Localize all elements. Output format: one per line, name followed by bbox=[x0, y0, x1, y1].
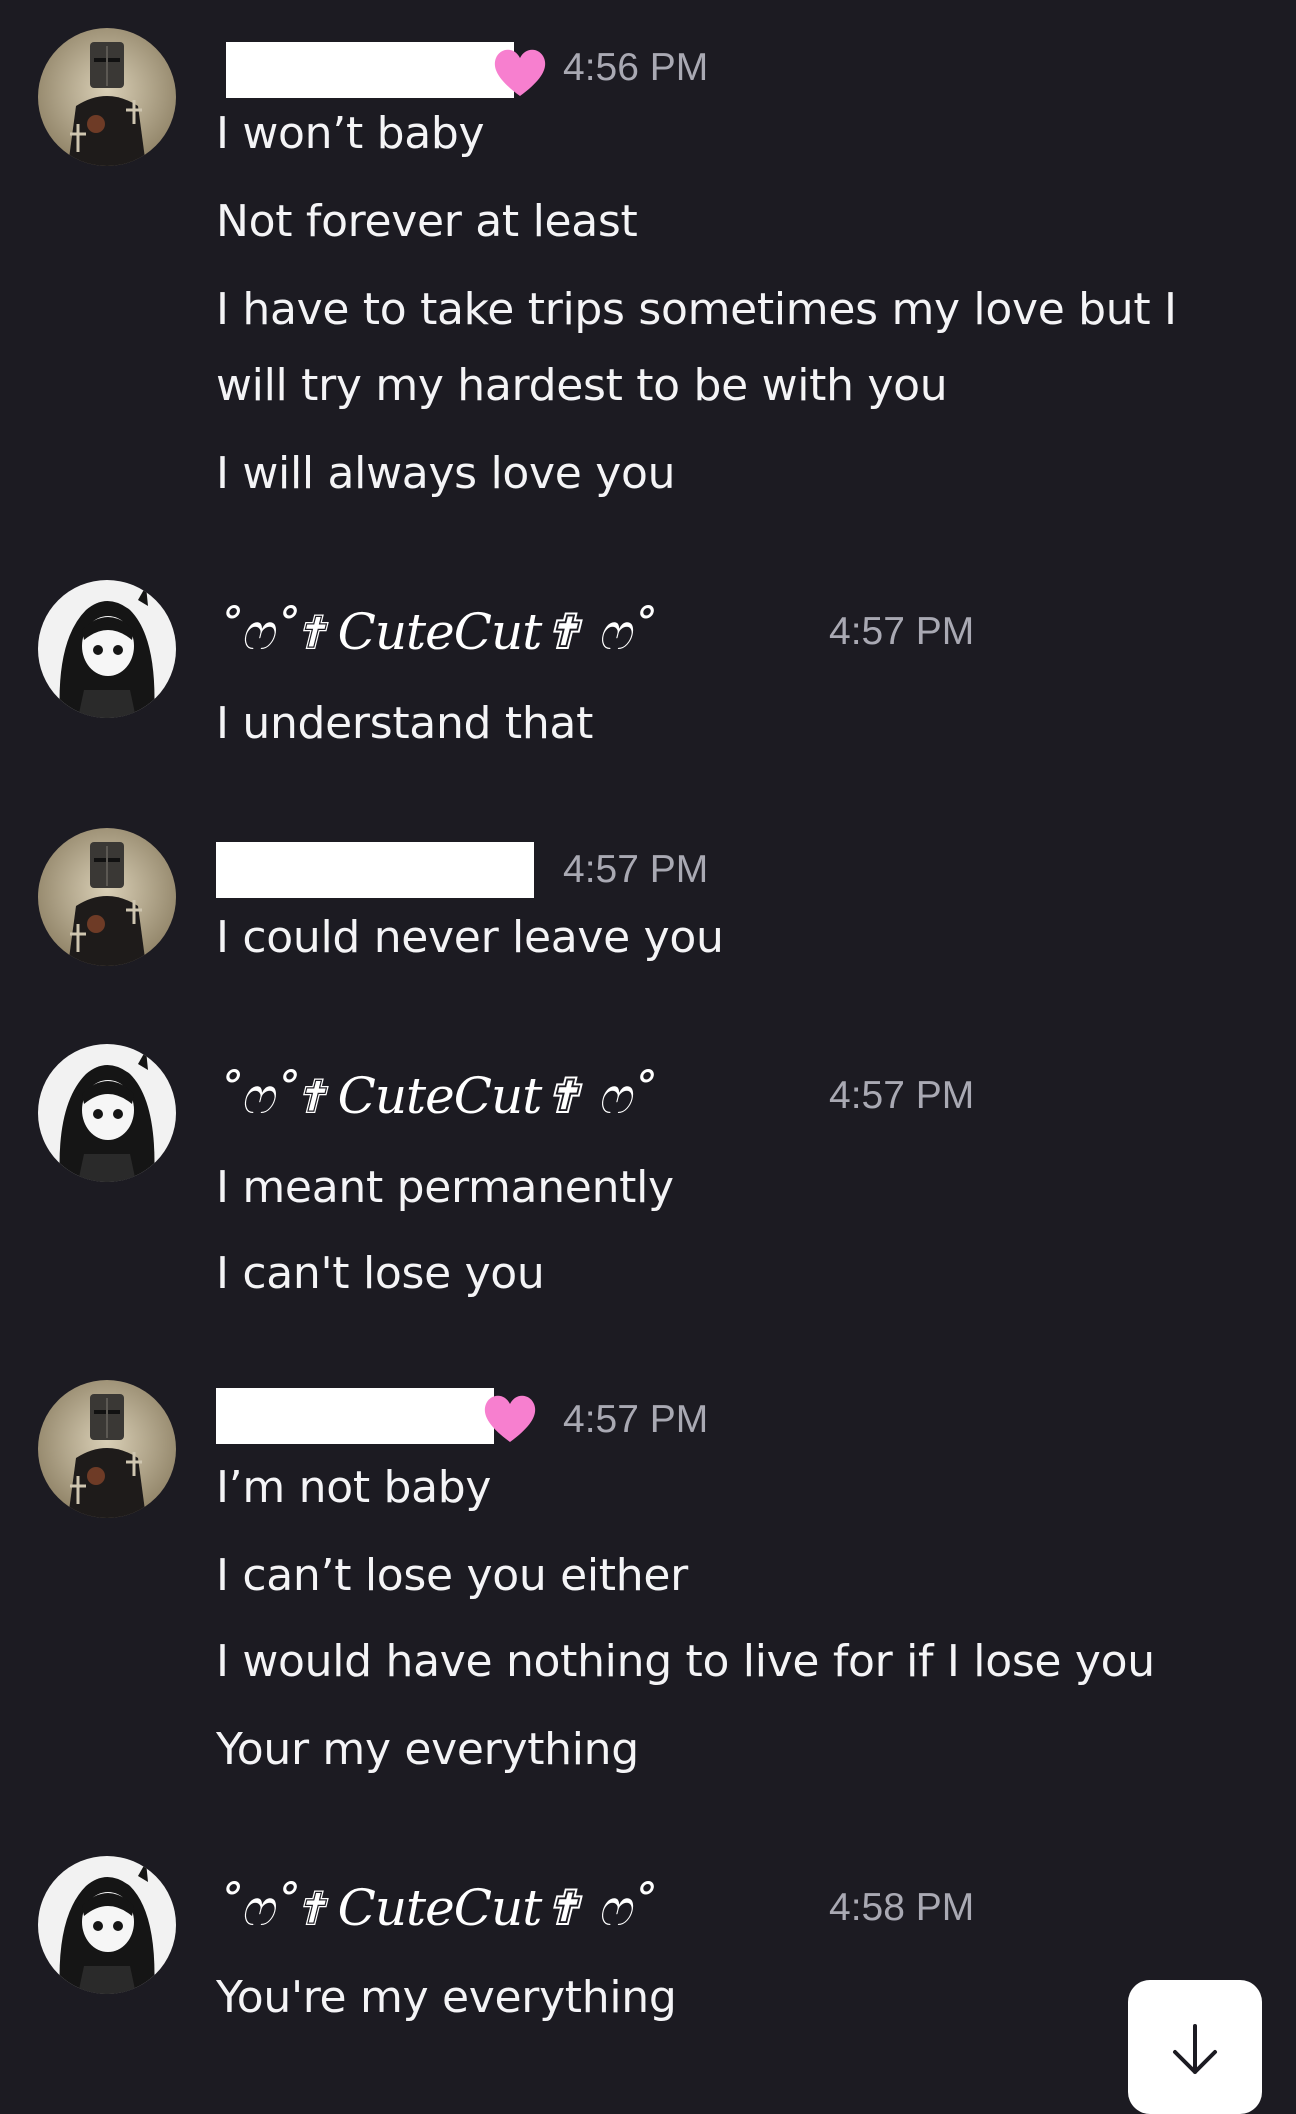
message-text: I would have nothing to live for if I lo… bbox=[216, 1636, 1155, 1687]
message-text: I’m not baby bbox=[216, 1462, 492, 1513]
message-text: I meant permanently bbox=[216, 1162, 674, 1213]
username-redacted bbox=[226, 42, 546, 98]
knight-avatar-image bbox=[38, 828, 176, 966]
avatar-knight[interactable] bbox=[38, 828, 176, 966]
username-redacted bbox=[216, 1388, 536, 1444]
username[interactable]: ˚ෆ˚✟ CuteCut✟ ෆ˚ bbox=[216, 1879, 655, 1938]
heart-icon bbox=[494, 49, 546, 96]
knight-avatar-image bbox=[38, 28, 176, 166]
message-text: You're my everything bbox=[216, 1972, 677, 2023]
message-timestamp: 4:58 PM bbox=[829, 1886, 975, 1929]
heart-icon bbox=[484, 1395, 536, 1442]
message-header: ˚ෆ˚✟ CuteCut✟ ෆ˚ bbox=[216, 1064, 655, 1128]
scroll-to-bottom-button[interactable] bbox=[1128, 1980, 1262, 2114]
message-text: I have to take trips sometimes my love b… bbox=[216, 284, 1177, 335]
knight-avatar-image bbox=[38, 1380, 176, 1518]
avatar-knight[interactable] bbox=[38, 1380, 176, 1518]
message-text: I can’t lose you either bbox=[216, 1550, 688, 1601]
message-timestamp: 4:56 PM bbox=[563, 46, 709, 89]
message-text: I could never leave you bbox=[216, 912, 724, 963]
anime-avatar-image bbox=[38, 1856, 176, 1994]
avatar-anime[interactable] bbox=[38, 580, 176, 718]
message-header: ˚ෆ˚✟ CuteCut✟ ෆ˚ bbox=[216, 1876, 655, 1940]
message-timestamp: 4:57 PM bbox=[563, 1398, 709, 1441]
message-header bbox=[216, 1384, 536, 1448]
username[interactable]: ˚ෆ˚✟ CuteCut✟ ෆ˚ bbox=[216, 603, 655, 662]
message-header: ˚ෆ˚✟ CuteCut✟ ෆ˚ bbox=[216, 600, 655, 664]
message-timestamp: 4:57 PM bbox=[829, 610, 975, 653]
username[interactable]: ˚ෆ˚✟ CuteCut✟ ෆ˚ bbox=[216, 1067, 655, 1126]
message-text: Not forever at least bbox=[216, 196, 638, 247]
message-text: I understand that bbox=[216, 698, 594, 749]
message-text: will try my hardest to be with you bbox=[216, 360, 948, 411]
anime-avatar-image bbox=[38, 580, 176, 718]
avatar-knight[interactable] bbox=[38, 28, 176, 166]
avatar-anime[interactable] bbox=[38, 1856, 176, 1994]
message-header bbox=[216, 838, 534, 902]
anime-avatar-image bbox=[38, 1044, 176, 1182]
avatar-anime[interactable] bbox=[38, 1044, 176, 1182]
arrow-down-icon bbox=[1173, 2024, 1217, 2074]
message-timestamp: 4:57 PM bbox=[563, 848, 709, 891]
username-redacted bbox=[216, 842, 534, 898]
message-timestamp: 4:57 PM bbox=[829, 1074, 975, 1117]
message-text: Your my everything bbox=[216, 1724, 639, 1775]
message-text: I will always love you bbox=[216, 448, 676, 499]
message-text: I won’t baby bbox=[216, 108, 485, 159]
message-text: I can't lose you bbox=[216, 1248, 545, 1299]
message-header bbox=[216, 38, 546, 102]
